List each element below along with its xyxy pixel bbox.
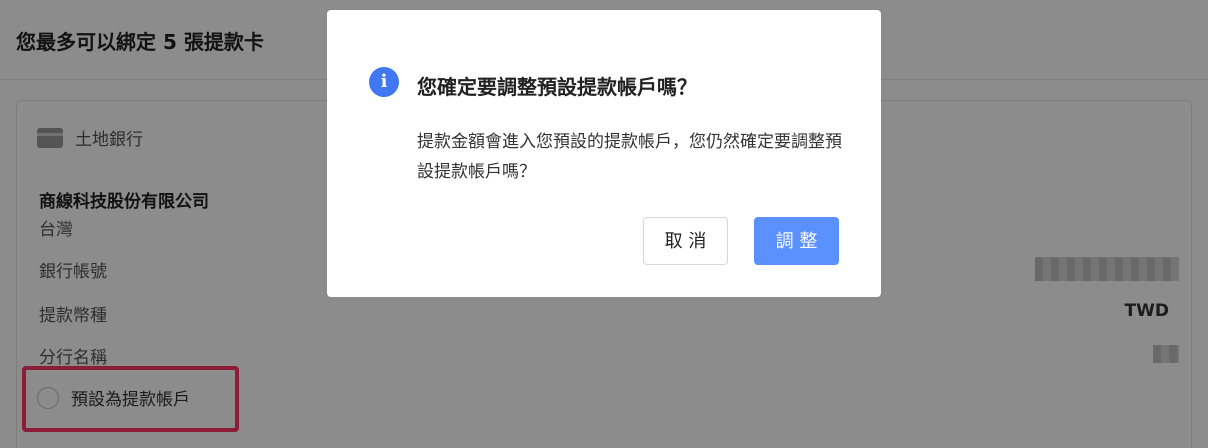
info-icon: i (369, 67, 399, 97)
dialog-title: 您確定要調整預設提款帳戶嗎？ (417, 75, 697, 99)
cancel-button[interactable]: 取 消 (643, 217, 728, 265)
dialog-message: 提款金額會進入您預設的提款帳戶，您仍然確定要調整預設提款帳戶嗎？ (417, 132, 842, 182)
confirm-dialog: i 您確定要調整預設提款帳戶嗎？ 提款金額會進入您預設的提款帳戶，您仍然確定要調… (327, 10, 881, 297)
confirm-adjust-button[interactable]: 調 整 (754, 217, 839, 265)
